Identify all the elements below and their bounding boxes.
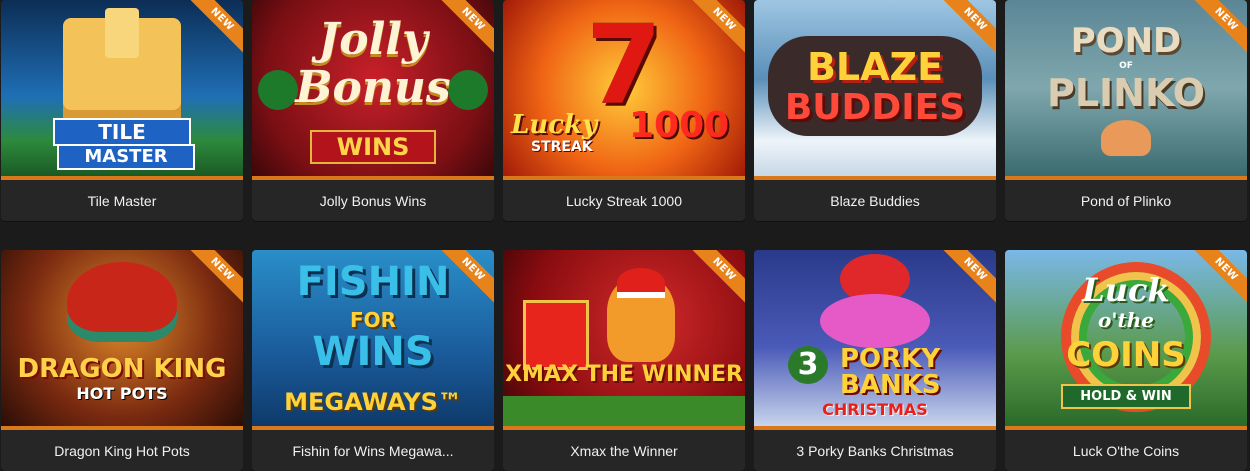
game-title[interactable]: Jolly Bonus Wins — [258, 180, 488, 221]
new-badge: NEW — [1187, 250, 1247, 310]
art-title-line4: MEGAWAYS™ — [284, 388, 462, 416]
new-badge: NEW — [183, 0, 243, 60]
art-title-line2: FOR — [349, 308, 397, 332]
art-title-line2: BUDDIES — [784, 87, 966, 128]
game-title[interactable]: Blaze Buddies — [760, 180, 990, 221]
dragon-head-shape — [67, 262, 177, 342]
game-card-pond-of-plinko[interactable]: POND OF PLINKO NEW Pond of Plinko — [1005, 0, 1247, 221]
game-card-lucky-streak-1000[interactable]: 7 Lucky STREAK 1000 NEW Lucky Streak 100… — [503, 0, 745, 221]
art-title-line3: BANKS — [840, 370, 941, 400]
game-grid: TILE MASTER NEW Tile Master Jolly Bonus … — [0, 0, 1250, 471]
art-title-line2: OF — [1119, 61, 1133, 71]
new-badge: NEW — [685, 0, 745, 60]
art-title-line1: 3 — [788, 346, 828, 384]
art-title-line3: WINS — [310, 130, 436, 164]
art-title-line2: Bonus — [295, 62, 451, 113]
game-title[interactable]: Tile Master — [7, 180, 237, 221]
art-title-line1: TILE — [53, 118, 191, 146]
art-title-line3: WINS — [312, 329, 434, 375]
game-title[interactable]: Pond of Plinko — [1011, 180, 1241, 221]
art-title-line1: DRAGON KING — [17, 354, 227, 384]
art-title-line4: 1000 — [629, 105, 730, 146]
new-badge: NEW — [434, 250, 494, 310]
new-badge: NEW — [434, 0, 494, 60]
art-title-line4: CHRISTMAS — [822, 400, 928, 419]
art-title-line4: HOLD & WIN — [1061, 384, 1191, 409]
game-card-luck-othe-coins[interactable]: Luck o'the COINS HOLD & WIN NEW Luck O't… — [1005, 250, 1247, 471]
game-card-blaze-buddies[interactable]: BLAZE BUDDIES NEW Blaze Buddies — [754, 0, 996, 221]
pig-pink-icon — [820, 294, 930, 348]
new-badge: NEW — [936, 250, 996, 310]
game-card-dragon-king-hot-pots[interactable]: DRAGON KING HOT POTS NEW Dragon King Hot… — [1, 250, 243, 471]
game-card-3-porky-banks-christmas[interactable]: 3 PORKY BANKS CHRISTMAS NEW 3 Porky Bank… — [754, 250, 996, 471]
art-title-line2: HOT POTS — [76, 384, 168, 403]
art-title-line3: COINS — [1066, 335, 1186, 375]
santa-hat-icon — [617, 268, 665, 298]
tower-shape — [105, 8, 139, 58]
new-badge: NEW — [1187, 0, 1247, 60]
game-title[interactable]: Lucky Streak 1000 — [509, 180, 739, 221]
art-title-line3: STREAK — [531, 139, 593, 155]
art-title-line3: PLINKO — [1046, 71, 1206, 115]
art-title-line2: PORKY — [840, 344, 941, 374]
art-title-line2: Lucky — [511, 110, 598, 140]
game-card-fishin-for-wins-megaways[interactable]: FISHIN FOR WINS MEGAWAYS™ NEW Fishin for… — [252, 250, 494, 471]
new-badge: NEW — [685, 250, 745, 310]
gift-box-icon — [523, 300, 589, 370]
game-card-tile-master[interactable]: TILE MASTER NEW Tile Master — [1, 0, 243, 221]
art-title-line2: o'the — [1098, 308, 1154, 332]
game-card-xmax-the-winner[interactable]: XMAX THE WINNER NEW Xmax the Winner — [503, 250, 745, 471]
new-badge: NEW — [936, 0, 996, 60]
art-title-line2: MASTER — [57, 144, 195, 170]
game-card-jolly-bonus-wins[interactable]: Jolly Bonus WINS NEW Jolly Bonus Wins — [252, 0, 494, 221]
shell-icon — [1101, 120, 1151, 156]
art-title-line1: XMAX THE WINNER — [505, 362, 743, 387]
grass-strip — [503, 396, 745, 426]
new-badge: NEW — [183, 250, 243, 310]
